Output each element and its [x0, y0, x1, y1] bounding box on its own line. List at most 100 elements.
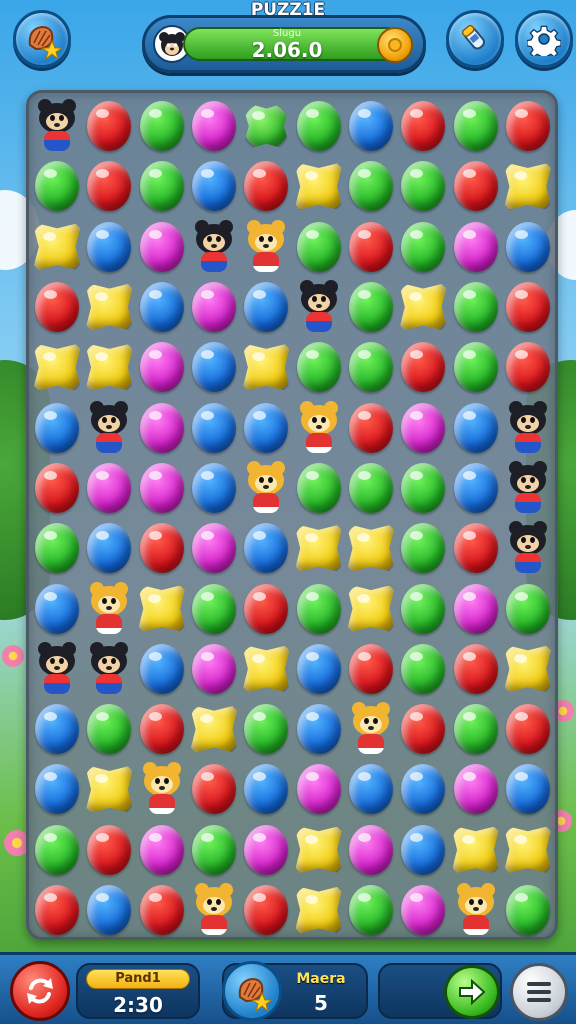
board-cell[interactable] [31, 880, 83, 940]
board-cell[interactable] [83, 397, 135, 457]
board-cell[interactable] [31, 578, 83, 638]
board-cell[interactable] [292, 337, 344, 397]
magenta-gem-tile[interactable] [139, 402, 184, 453]
board-cell[interactable] [136, 578, 188, 638]
honey-bear-tile[interactable] [244, 460, 288, 515]
board-cell[interactable] [31, 518, 83, 578]
red-gem-tile[interactable] [87, 161, 132, 212]
board-cell[interactable] [136, 337, 188, 397]
red-gem-tile[interactable] [244, 885, 289, 935]
board-cell[interactable] [31, 458, 83, 518]
board-cell[interactable] [449, 820, 501, 880]
board-cell[interactable] [240, 217, 292, 277]
honey-bear-tile[interactable] [87, 581, 131, 636]
board-cell[interactable] [345, 639, 397, 699]
red-gem-tile[interactable] [401, 101, 446, 152]
board-cell[interactable] [397, 880, 449, 940]
green-gem-tile[interactable] [348, 885, 393, 935]
board-cell[interactable] [449, 639, 501, 699]
honey-bear-tile[interactable] [349, 702, 393, 756]
board-cell[interactable] [188, 96, 240, 156]
board-cell[interactable] [31, 156, 83, 216]
green-gem-tile[interactable] [296, 342, 341, 393]
magenta-gem-tile[interactable] [453, 764, 498, 815]
board-cell[interactable] [502, 397, 554, 457]
blue-gem-tile[interactable] [35, 704, 80, 755]
board-cell[interactable] [292, 156, 344, 216]
board-cell[interactable] [292, 277, 344, 337]
board-cell[interactable] [136, 820, 188, 880]
red-gem-tile[interactable] [453, 523, 498, 574]
board-cell[interactable] [31, 639, 83, 699]
black-bear-tile[interactable] [506, 521, 550, 575]
honey-bear-tile[interactable] [297, 400, 341, 455]
yellow-gem-tile[interactable] [504, 645, 551, 692]
red-gem-tile[interactable] [505, 101, 550, 152]
yellow-gem-tile[interactable] [452, 826, 499, 873]
yellow-gem-tile[interactable] [295, 525, 342, 572]
green-gem-tile[interactable] [192, 583, 237, 634]
blue-gem-tile[interactable] [192, 161, 237, 212]
board-cell[interactable] [188, 759, 240, 819]
board-cell[interactable] [449, 156, 501, 216]
board-cell[interactable] [345, 518, 397, 578]
honey-bear-tile[interactable] [140, 762, 184, 816]
board-cell[interactable] [397, 277, 449, 337]
blue-gem-tile[interactable] [87, 523, 132, 574]
board-cell[interactable] [502, 820, 554, 880]
green-gem-tile[interactable] [348, 161, 393, 212]
booster-slot[interactable] [222, 961, 282, 1021]
green-gem-tile[interactable] [87, 704, 132, 755]
board-cell[interactable] [83, 518, 135, 578]
board-cell[interactable] [240, 820, 292, 880]
board-cell[interactable] [292, 759, 344, 819]
board-cell[interactable] [502, 699, 554, 759]
settings-button[interactable] [515, 10, 573, 68]
blue-gem-tile[interactable] [192, 462, 237, 513]
blue-gem-tile[interactable] [87, 885, 132, 935]
board-cell[interactable] [240, 96, 292, 156]
board-cell[interactable] [292, 820, 344, 880]
board-cell[interactable] [136, 699, 188, 759]
blue-gem-tile[interactable] [296, 643, 341, 694]
magenta-gem-tile[interactable] [139, 824, 184, 875]
board-cell[interactable] [136, 156, 188, 216]
black-bear-tile[interactable] [35, 99, 79, 153]
board-cell[interactable] [345, 156, 397, 216]
magenta-gem-tile[interactable] [348, 824, 393, 875]
leaf-gem-tile[interactable] [243, 103, 290, 150]
board-cell[interactable] [83, 639, 135, 699]
green-gem-tile[interactable] [296, 101, 341, 152]
shuffle-button[interactable] [10, 961, 70, 1021]
board-cell[interactable] [240, 458, 292, 518]
black-bear-tile[interactable] [506, 400, 550, 455]
board-cell[interactable] [136, 759, 188, 819]
magenta-gem-tile[interactable] [296, 764, 341, 815]
board-cell[interactable] [292, 880, 344, 940]
board-cell[interactable] [502, 880, 554, 940]
board-cell[interactable] [188, 458, 240, 518]
green-gem-tile[interactable] [348, 342, 393, 393]
honey-bear-tile[interactable] [192, 883, 236, 937]
board-cell[interactable] [136, 217, 188, 277]
red-gem-tile[interactable] [87, 101, 132, 152]
board-cell[interactable] [449, 759, 501, 819]
green-gem-tile[interactable] [401, 462, 446, 513]
board-cell[interactable] [188, 217, 240, 277]
green-gem-tile[interactable] [453, 101, 498, 152]
board-cell[interactable] [397, 759, 449, 819]
board-cell[interactable] [240, 277, 292, 337]
board-cell[interactable] [502, 458, 554, 518]
red-gem-tile[interactable] [505, 704, 550, 755]
green-gem-tile[interactable] [453, 704, 498, 755]
board-cell[interactable] [136, 96, 188, 156]
board-cell[interactable] [345, 397, 397, 457]
red-gem-tile[interactable] [453, 643, 498, 694]
red-gem-tile[interactable] [401, 704, 446, 755]
yellow-gem-tile[interactable] [86, 344, 133, 391]
magenta-gem-tile[interactable] [401, 402, 446, 453]
yellow-gem-tile[interactable] [504, 826, 551, 873]
board-cell[interactable] [188, 699, 240, 759]
green-gem-tile[interactable] [35, 161, 80, 212]
red-gem-tile[interactable] [348, 402, 393, 453]
